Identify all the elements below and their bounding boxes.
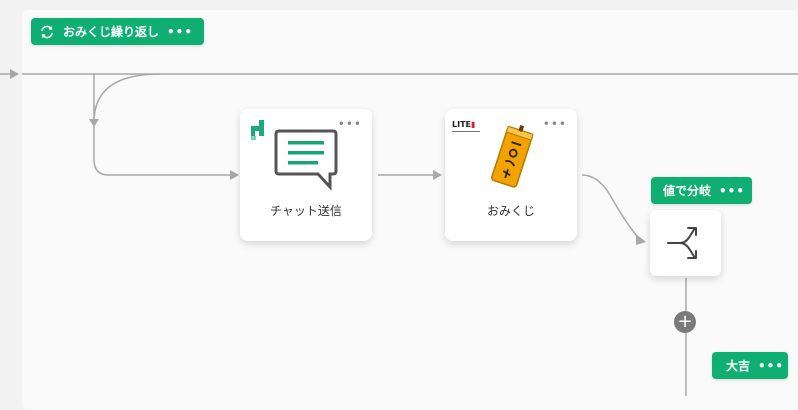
loop-tag[interactable]: おみくじ繰り返し •••: [31, 18, 204, 45]
chat-send-node[interactable]: ••• チャット送信: [240, 109, 372, 241]
arrow-head: [230, 170, 239, 180]
result-tag[interactable]: 大吉 •••: [712, 352, 788, 379]
omikuji-node[interactable]: LITE▮ ••• おみくじ: [445, 109, 577, 241]
result-tag-more-button[interactable]: •••: [758, 359, 784, 373]
result-tag-label: 大吉: [726, 359, 751, 373]
branch-tag-more-button[interactable]: •••: [719, 184, 745, 198]
branch-node[interactable]: [650, 210, 721, 276]
loop-tag-more-button[interactable]: •••: [167, 25, 193, 39]
chat-node-title: チャット送信: [270, 204, 342, 218]
arrow-head: [433, 170, 442, 180]
branch-tag-label: 値で分岐: [663, 184, 712, 198]
add-step-button[interactable]: +: [674, 311, 696, 333]
chat-node-more-button[interactable]: •••: [338, 118, 362, 130]
d-logo: [251, 120, 264, 140]
loop-tag-label: おみくじ繰り返し: [63, 25, 160, 39]
arrow-head: [636, 234, 646, 245]
refresh-icon: [41, 25, 53, 38]
omikuji-box-icon: [491, 124, 534, 188]
lite-logo: LITE▮: [452, 120, 480, 134]
branch-tag[interactable]: 値で分岐 •••: [651, 177, 752, 204]
arrow-head: [89, 119, 99, 127]
branch-split-icon: [667, 227, 697, 259]
omikuji-node-more-button[interactable]: •••: [543, 118, 567, 130]
omikuji-node-title: おみくじ: [486, 204, 535, 218]
arrow-head: [10, 69, 19, 79]
chat-bubble-icon: [274, 129, 338, 191]
